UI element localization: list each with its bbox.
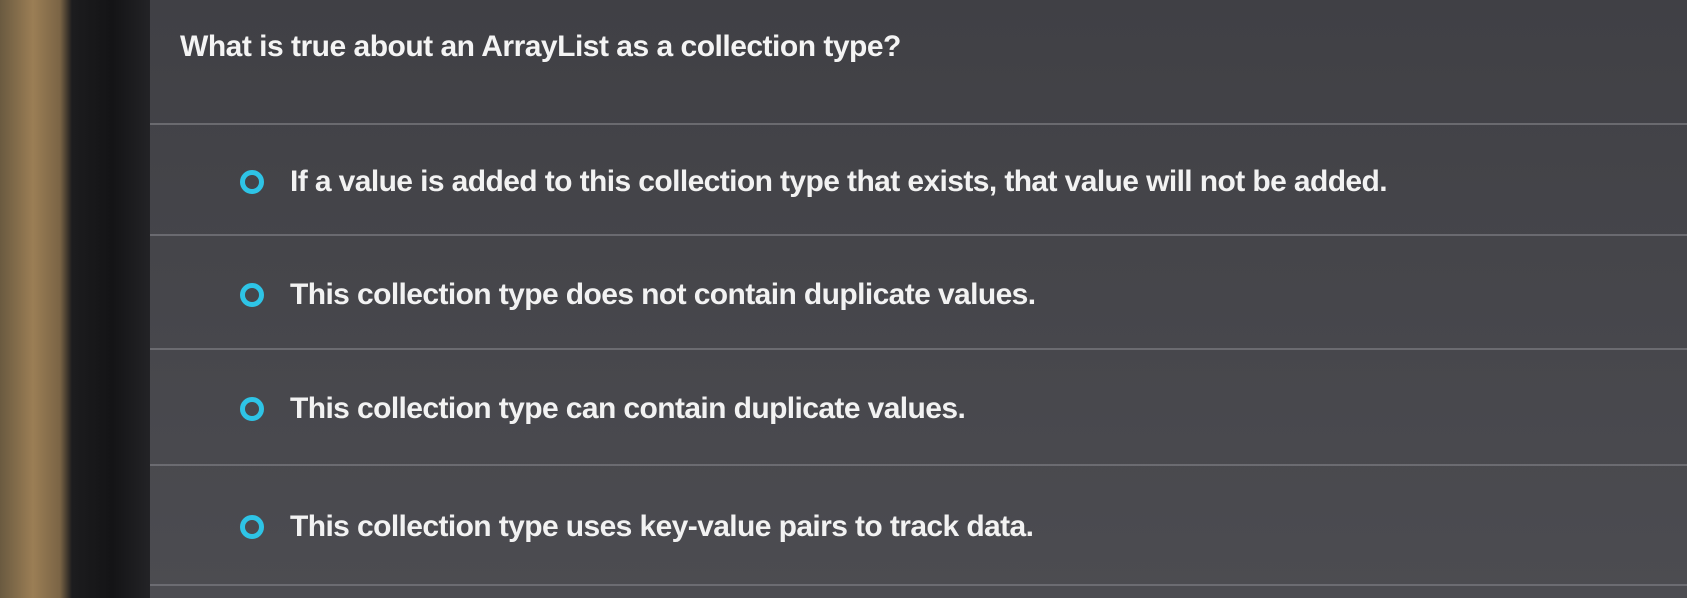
answer-option-label: This collection type can contain duplica… [290, 392, 966, 425]
quiz-screen: What is true about an ArrayList as a col… [0, 0, 1687, 598]
divider [150, 348, 1687, 350]
answer-option-4[interactable]: This collection type uses key-value pair… [240, 510, 1034, 544]
question-text: What is true about an ArrayList as a col… [180, 30, 901, 63]
answer-option-label: This collection type does not contain du… [290, 278, 1036, 311]
answer-option-1[interactable]: If a value is added to this collection t… [240, 165, 1388, 199]
answer-option-3[interactable]: This collection type can contain duplica… [240, 392, 966, 426]
radio-button-icon[interactable] [240, 515, 264, 539]
quiz-panel: What is true about an ArrayList as a col… [150, 0, 1687, 598]
answer-option-label: If a value is added to this collection t… [290, 165, 1388, 198]
divider [150, 234, 1687, 236]
answer-option-label: This collection type uses key-value pair… [290, 510, 1034, 543]
radio-button-icon[interactable] [240, 397, 264, 421]
divider [150, 584, 1687, 586]
radio-button-icon[interactable] [240, 283, 264, 307]
monitor-bezel [0, 0, 150, 598]
radio-button-icon[interactable] [240, 170, 264, 194]
answer-option-2[interactable]: This collection type does not contain du… [240, 278, 1036, 312]
divider [150, 123, 1687, 125]
divider [150, 464, 1687, 466]
